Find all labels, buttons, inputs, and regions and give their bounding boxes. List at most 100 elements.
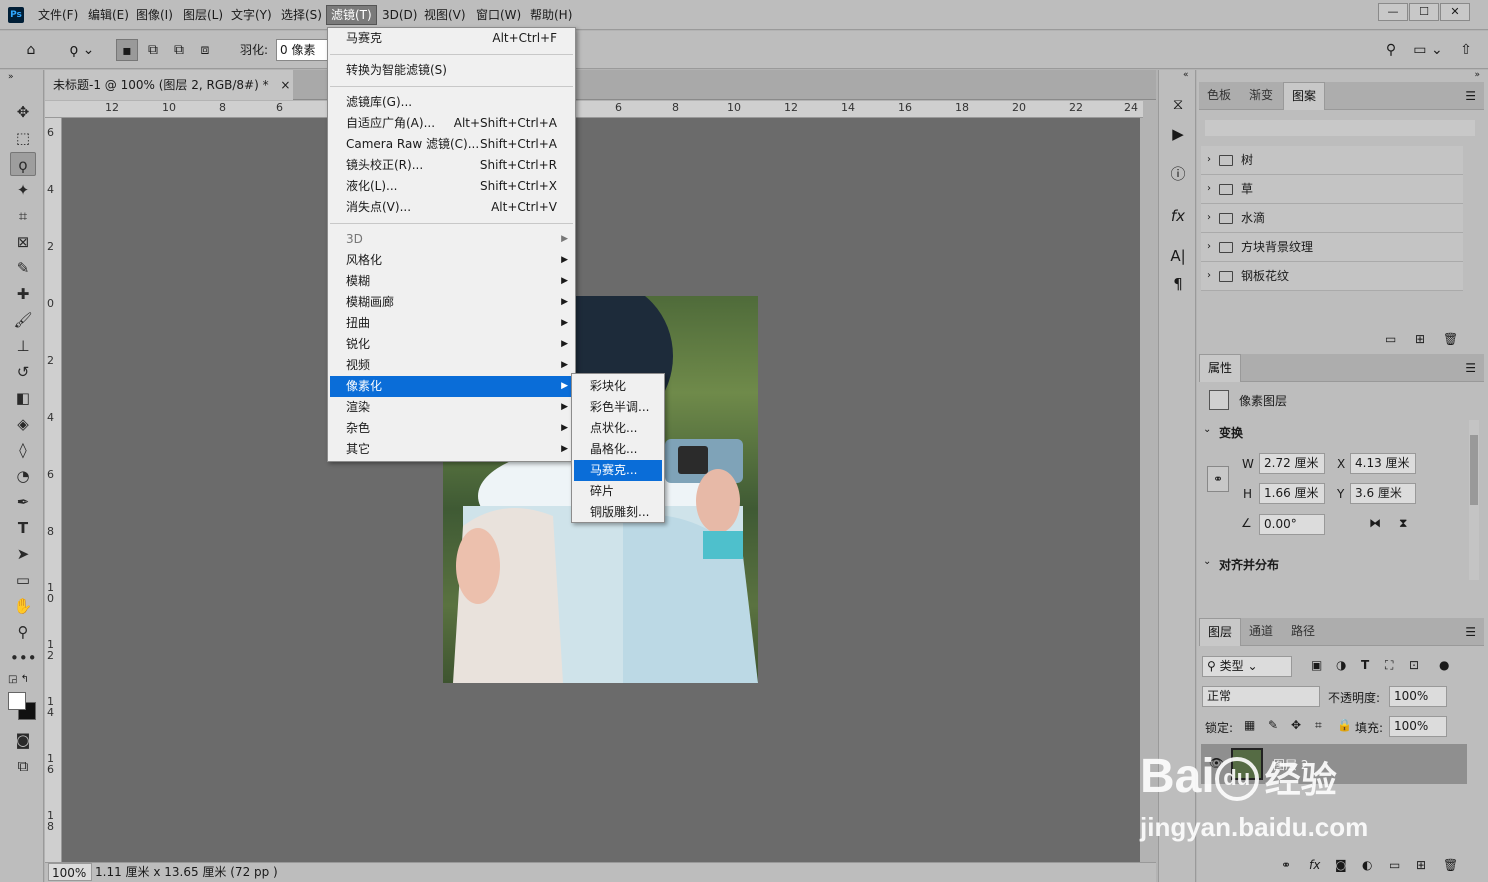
tab-layers[interactable]: 图层	[1199, 618, 1242, 646]
last-filter-item[interactable]: 马赛克 Alt+Ctrl+F	[330, 28, 573, 49]
minimize-button[interactable]: —	[1378, 3, 1408, 21]
dodge-tool-icon[interactable]: ◔	[10, 464, 36, 488]
adjustment-layer-icon[interactable]: ◐	[1362, 858, 1372, 872]
lasso-tool-icon[interactable]: ϙ	[10, 152, 36, 176]
menu-type[interactable]: 文字(Y)	[227, 6, 276, 24]
x-field[interactable]: 4.13 厘米	[1350, 453, 1416, 474]
eyedropper-tool-icon[interactable]: ✎	[10, 256, 36, 280]
lasso-preset-icon[interactable]: ϙ ⌄	[64, 39, 100, 61]
panel-menu-icon[interactable]: ☰	[1465, 354, 1476, 382]
mosaic-item[interactable]: 马赛克...	[574, 460, 662, 481]
delete-layer-icon[interactable]: 🗑	[1443, 858, 1458, 872]
collapse-icon[interactable]: «	[1183, 70, 1189, 80]
tab-paths[interactable]: 路径	[1283, 618, 1323, 646]
tab-swatches[interactable]: 色板	[1199, 82, 1239, 110]
chevron-down-icon[interactable]: ⌄	[1203, 424, 1211, 435]
convert-smart-filter-item[interactable]: 转换为智能滤镜(S)	[330, 60, 573, 81]
tab-channels[interactable]: 通道	[1241, 618, 1281, 646]
submenu-pixelate[interactable]: 像素化 ▶	[330, 376, 573, 397]
history-icon[interactable]: ⧖	[1167, 92, 1189, 116]
quick-mask-icon[interactable]: ◙	[10, 728, 36, 752]
pattern-folder[interactable]: › 水滴	[1201, 204, 1463, 233]
liquify-item[interactable]: 液化(L)... Shift+Ctrl+X	[330, 176, 573, 197]
hand-tool-icon[interactable]: ✋	[10, 594, 36, 618]
menu-3d[interactable]: 3D(D)	[378, 6, 421, 24]
new-pattern-icon[interactable]: ⊞	[1415, 332, 1425, 346]
subtract-selection-icon[interactable]: ⧉	[168, 39, 190, 61]
delete-icon[interactable]: 🗑	[1443, 332, 1458, 346]
chevron-down-icon[interactable]: ⌄	[1203, 556, 1211, 567]
submenu-blur[interactable]: 模糊 ▶	[330, 271, 573, 292]
crystallize-item[interactable]: 晶格化...	[574, 439, 662, 460]
width-field[interactable]: 2.72 厘米	[1259, 453, 1325, 474]
adaptive-wide-angle-item[interactable]: 自适应广角(A)... Alt+Shift+Ctrl+A	[330, 113, 573, 134]
submenu-noise[interactable]: 杂色 ▶	[330, 418, 573, 439]
history-brush-tool-icon[interactable]: ↺	[10, 360, 36, 384]
crop-tool-icon[interactable]: ⌗	[10, 204, 36, 228]
eraser-tool-icon[interactable]: ◧	[10, 386, 36, 410]
submenu-stylize[interactable]: 风格化 ▶	[330, 250, 573, 271]
link-layers-icon[interactable]: ⚭	[1281, 858, 1291, 872]
paint-bucket-tool-icon[interactable]: ◈	[10, 412, 36, 436]
document-info[interactable]: 1.11 厘米 x 13.65 厘米 (72 pp )	[95, 863, 278, 881]
tab-gradients[interactable]: 渐变	[1241, 82, 1281, 110]
vanishing-point-item[interactable]: 消失点(V)... Alt+Ctrl+V	[330, 197, 573, 218]
tab-patterns[interactable]: 图案	[1283, 82, 1326, 110]
menu-help[interactable]: 帮助(H)	[526, 6, 576, 24]
type-tool-icon[interactable]: T	[10, 516, 36, 540]
submenu-blur-gallery[interactable]: 模糊画廊 ▶	[330, 292, 573, 313]
submenu-render[interactable]: 渲染 ▶	[330, 397, 573, 418]
search-icon[interactable]: ⚲	[1380, 39, 1402, 61]
filter-toggle-icon[interactable]: ●	[1439, 658, 1449, 672]
menu-image[interactable]: 图像(I)	[132, 6, 177, 24]
document-tab[interactable]: 未标题-1 @ 100% (图层 2, RGB/8#) * ×	[45, 70, 293, 100]
maximize-button[interactable]: ☐	[1409, 3, 1439, 21]
foreground-color-swatch[interactable]	[8, 692, 26, 710]
close-tab-icon[interactable]: ×	[280, 78, 290, 92]
intersect-selection-icon[interactable]: ⧈	[194, 39, 216, 61]
submenu-video[interactable]: 视频 ▶	[330, 355, 573, 376]
workspace-icon[interactable]: ▭ ⌄	[1410, 39, 1446, 61]
link-icon[interactable]: ⚭	[1207, 466, 1229, 492]
menu-select[interactable]: 选择(S)	[277, 6, 326, 24]
submenu-sharpen[interactable]: 锐化 ▶	[330, 334, 573, 355]
angle-field[interactable]: 0.00°	[1259, 514, 1325, 535]
filter-smart-icon[interactable]: ⊡	[1409, 658, 1419, 672]
paragraph-icon[interactable]: ¶	[1167, 272, 1189, 296]
pattern-folder[interactable]: › 草	[1201, 175, 1463, 204]
character-icon[interactable]: A|	[1167, 244, 1189, 268]
panel-menu-icon[interactable]: ☰	[1465, 82, 1476, 110]
new-group-icon[interactable]: ▭	[1389, 858, 1400, 872]
brush-tool-icon[interactable]: 🖌	[10, 308, 36, 332]
pattern-folder[interactable]: › 树	[1201, 146, 1463, 175]
scrollbar-thumb[interactable]	[1470, 435, 1478, 505]
camera-raw-item[interactable]: Camera Raw 滤镜(C)... Shift+Ctrl+A	[330, 134, 573, 155]
default-colors-icon[interactable]: ◲ ↰	[8, 674, 29, 685]
tab-properties[interactable]: 属性	[1199, 354, 1242, 382]
stamp-tool-icon[interactable]: ⊥	[10, 334, 36, 358]
home-icon[interactable]: ⌂	[20, 39, 42, 61]
more-tools-icon[interactable]: •••	[10, 646, 37, 670]
move-tool-icon[interactable]: ✥	[10, 100, 36, 124]
blend-mode-select[interactable]: 正常	[1202, 686, 1320, 707]
menu-window[interactable]: 窗口(W)	[472, 6, 525, 24]
rectangle-tool-icon[interactable]: ▭	[10, 568, 36, 592]
marquee-tool-icon[interactable]: ⬚	[10, 126, 36, 150]
info-icon[interactable]: ⓘ	[1167, 162, 1189, 186]
height-field[interactable]: 1.66 厘米	[1259, 483, 1325, 504]
pen-tool-icon[interactable]: ✒	[10, 490, 36, 514]
menu-layer[interactable]: 图层(L)	[179, 6, 227, 24]
pattern-folder[interactable]: › 方块背景纹理	[1201, 233, 1463, 262]
menu-view[interactable]: 视图(V)	[420, 6, 470, 24]
filter-gallery-item[interactable]: 滤镜库(G)...	[330, 92, 573, 113]
opacity-field[interactable]: 100%	[1389, 686, 1447, 707]
share-icon[interactable]: ⇧	[1455, 39, 1477, 61]
filter-type-icon[interactable]: T	[1361, 658, 1369, 672]
blur-tool-icon[interactable]: ◊	[10, 438, 36, 462]
zoom-level-field[interactable]: 100%	[48, 863, 92, 881]
new-group-icon[interactable]: ▭	[1385, 332, 1396, 346]
filter-pixel-icon[interactable]: ▣	[1311, 658, 1322, 672]
menu-filter[interactable]: 滤镜(T)	[326, 5, 377, 25]
zoom-tool-icon[interactable]: ⚲	[10, 620, 36, 644]
frame-tool-icon[interactable]: ⊠	[10, 230, 36, 254]
